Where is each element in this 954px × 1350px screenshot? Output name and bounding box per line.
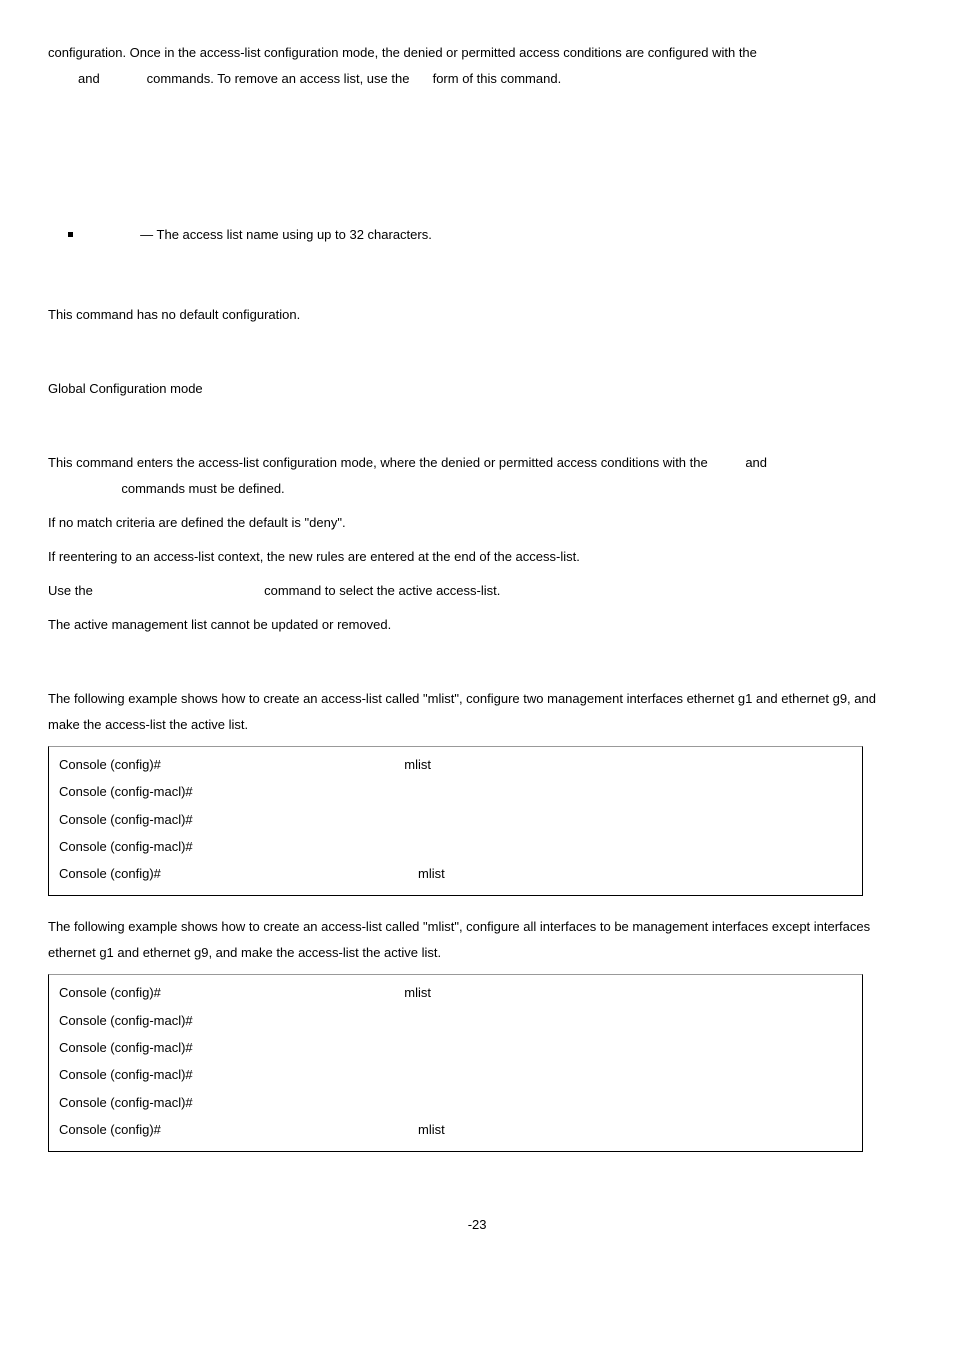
prompt: Console (config-macl)# bbox=[59, 778, 254, 805]
prompt: Console (config-macl)# bbox=[59, 806, 254, 833]
guidelines-p4: Use the management access-class command … bbox=[48, 578, 899, 604]
example-box-1: Console (config)# management access-list… bbox=[48, 746, 863, 896]
command-mode-text: Global Configuration mode bbox=[48, 376, 899, 402]
default-config-text: This command has no default configuratio… bbox=[48, 302, 899, 328]
intro-and: and bbox=[78, 71, 103, 86]
page-number-visible: -23 bbox=[468, 1217, 487, 1232]
guidelines-permit: permit bbox=[78, 476, 118, 502]
bullet-desc: — The access list name using up to 32 ch… bbox=[140, 227, 432, 242]
guidelines-p2: If no match criteria are defined the def… bbox=[48, 510, 899, 536]
cmd: deny ethernet bbox=[254, 1007, 339, 1034]
intro-text-1: configuration. Once in the access-list c… bbox=[48, 45, 761, 60]
table-row: Console (config-macl)# exit bbox=[59, 1089, 852, 1116]
cmd: permit bbox=[254, 1061, 294, 1088]
cmd: management access-list bbox=[254, 751, 404, 778]
table-row: Console (config)# management access-list… bbox=[59, 979, 852, 1006]
guidelines-p4a: Use the bbox=[48, 583, 96, 598]
guidelines-p5: The active management list cannot be upd… bbox=[48, 612, 899, 638]
table-row: Console (config-macl)# permit bbox=[59, 1061, 852, 1088]
cmd: management access-class bbox=[254, 1116, 418, 1143]
prompt: Console (config)# bbox=[59, 1116, 254, 1143]
cmd: management access-class bbox=[254, 860, 418, 887]
cmd: deny ethernet bbox=[254, 1034, 339, 1061]
arg: mlist bbox=[404, 979, 431, 1006]
guidelines-mac: management access-class bbox=[96, 583, 260, 598]
page-number-prefix: 4 bbox=[460, 1217, 467, 1232]
intro-permit-bold: permit bbox=[103, 71, 143, 86]
syntax-heading: Syntax bbox=[48, 116, 899, 142]
page-body: configuration. Once in the access-list c… bbox=[0, 0, 954, 1258]
bullet-icon bbox=[68, 232, 73, 237]
guidelines-p1a: This command enters the access-list conf… bbox=[48, 455, 711, 470]
example-box-2: Console (config)# management access-list… bbox=[48, 974, 863, 1152]
cmd: exit bbox=[254, 1089, 276, 1116]
table-row: Console (config)# management access-clas… bbox=[59, 860, 852, 887]
examples-p1: The following example shows how to creat… bbox=[48, 686, 899, 738]
arg: g1 bbox=[349, 778, 363, 805]
bullet-item: name — The access list name using up to … bbox=[68, 222, 899, 248]
arg: g9 bbox=[349, 806, 363, 833]
user-guidelines-heading: User Guidelines bbox=[48, 420, 899, 446]
prompt: Console (config)# bbox=[59, 751, 254, 778]
table-row: Console (config-macl)# exit bbox=[59, 833, 852, 860]
table-row: Console (config-macl)# permit ethernet g… bbox=[59, 806, 852, 833]
guidelines-p4b: command to select the active access-list… bbox=[264, 583, 500, 598]
guidelines-deny: deny bbox=[711, 455, 741, 470]
page-number: 4-23 bbox=[48, 1212, 899, 1238]
prompt: Console (config-macl)# bbox=[59, 833, 254, 860]
table-row: Console (config-macl)# deny ethernet g9 bbox=[59, 1034, 852, 1061]
guidelines-and: and bbox=[745, 455, 767, 470]
intro-no-bold: no bbox=[413, 71, 429, 86]
syntax-line-1: management access-list name bbox=[78, 146, 899, 172]
table-row: Console (config-macl)# deny ethernet g1 bbox=[59, 1007, 852, 1034]
arg: mlist bbox=[404, 751, 431, 778]
command-mode-heading: Command Mode bbox=[48, 346, 899, 372]
cmd: management access-list bbox=[254, 979, 404, 1006]
syntax-line-2: no management access-list name bbox=[78, 172, 899, 198]
intro-deny-bold: deny bbox=[761, 45, 791, 60]
cmd: exit bbox=[254, 833, 276, 860]
arg: g1 bbox=[339, 1007, 353, 1034]
prompt: Console (config-macl)# bbox=[59, 1007, 254, 1034]
guidelines-p3: If reentering to an access-list context,… bbox=[48, 544, 899, 570]
table-row: Console (config-macl)# permit ethernet g… bbox=[59, 778, 852, 805]
intro-text-2: commands. To remove an access list, use … bbox=[147, 71, 413, 86]
prompt: Console (config-macl)# bbox=[59, 1034, 254, 1061]
prompt: Console (config)# bbox=[59, 979, 254, 1006]
prompt: Console (config-macl)# bbox=[59, 1061, 254, 1088]
examples-p2: The following example shows how to creat… bbox=[48, 914, 899, 966]
guidelines-p1: This command enters the access-list conf… bbox=[48, 450, 899, 502]
examples-heading: Examples bbox=[48, 656, 899, 682]
cmd: permit ethernet bbox=[254, 806, 349, 833]
default-config-heading: Default Configuration bbox=[48, 272, 899, 298]
prompt: Console (config-macl)# bbox=[59, 1089, 254, 1116]
table-row: Console (config)# management access-list… bbox=[59, 751, 852, 778]
bullet-name: name bbox=[101, 227, 134, 242]
arg: mlist bbox=[418, 1116, 445, 1143]
table-row: Console (config)# management access-clas… bbox=[59, 1116, 852, 1143]
cmd: permit ethernet bbox=[254, 778, 349, 805]
prompt: Console (config)# bbox=[59, 860, 254, 887]
guidelines-p1b: commands must be defined. bbox=[121, 481, 284, 496]
intro-text-3: form of this command. bbox=[433, 71, 562, 86]
arg: mlist bbox=[418, 860, 445, 887]
arg: g9 bbox=[339, 1034, 353, 1061]
intro-paragraph: configuration. Once in the access-list c… bbox=[48, 40, 899, 92]
